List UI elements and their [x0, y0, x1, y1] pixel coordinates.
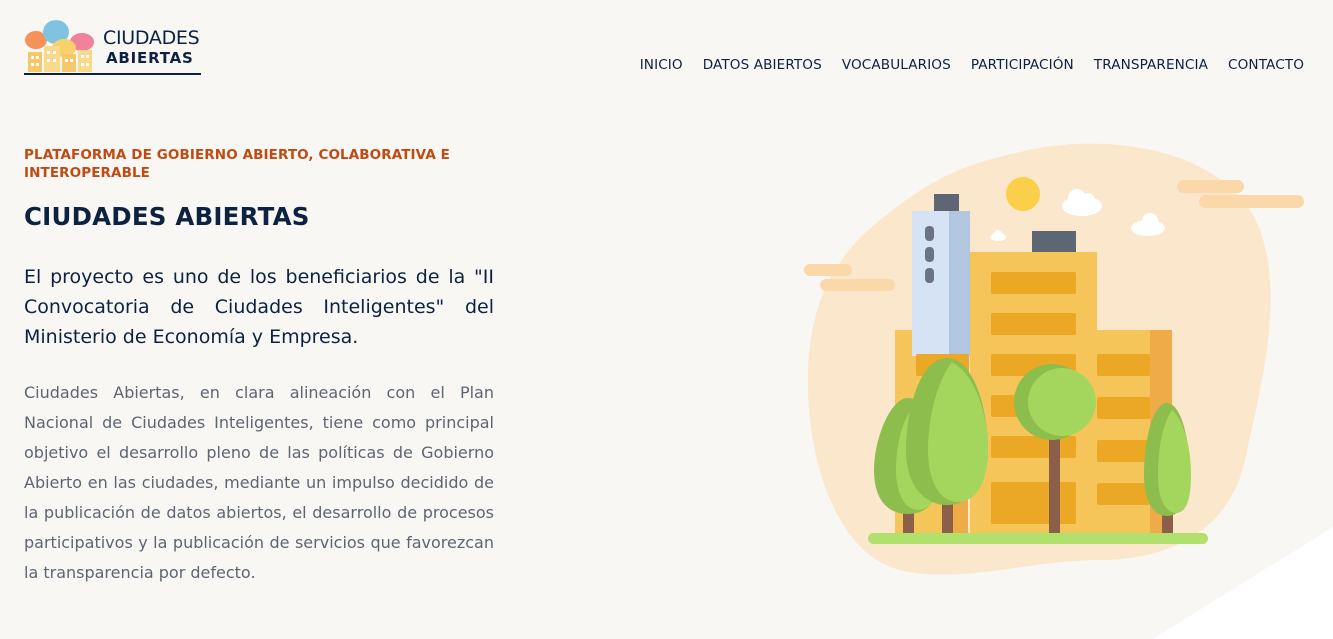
- logo-text-line1: CIUDADES: [103, 27, 200, 49]
- speech-bubbles-city-icon: [25, 20, 94, 72]
- nav-item-vocabularios[interactable]: VOCABULARIOS: [842, 57, 951, 73]
- nav-item-datos-abiertos[interactable]: DATOS ABIERTOS: [703, 57, 822, 73]
- logo-text-line2: ABIERTAS: [106, 49, 194, 67]
- nav-item-contacto[interactable]: CONTACTO: [1228, 57, 1304, 73]
- city-illustration-icon: [804, 143, 1304, 575]
- page-title: CIUDADES ABIERTAS: [24, 202, 310, 231]
- hero-body: Ciudades Abiertas, en clara alineación c…: [24, 383, 494, 582]
- hero-eyebrow: PLATAFORMA DE GOBIERNO ABIERTO, COLABORA…: [24, 147, 450, 181]
- hero-lead: El proyecto es uno de los beneficiarios …: [24, 266, 494, 348]
- site-logo[interactable]: CIUDADES ABIERTAS: [24, 18, 202, 76]
- logo-underline: [24, 73, 201, 75]
- nav-item-inicio[interactable]: INICIO: [640, 57, 683, 73]
- nav-item-participacion[interactable]: PARTICIPACIÓN: [971, 57, 1074, 73]
- nav-item-transparencia[interactable]: TRANSPARENCIA: [1094, 57, 1208, 73]
